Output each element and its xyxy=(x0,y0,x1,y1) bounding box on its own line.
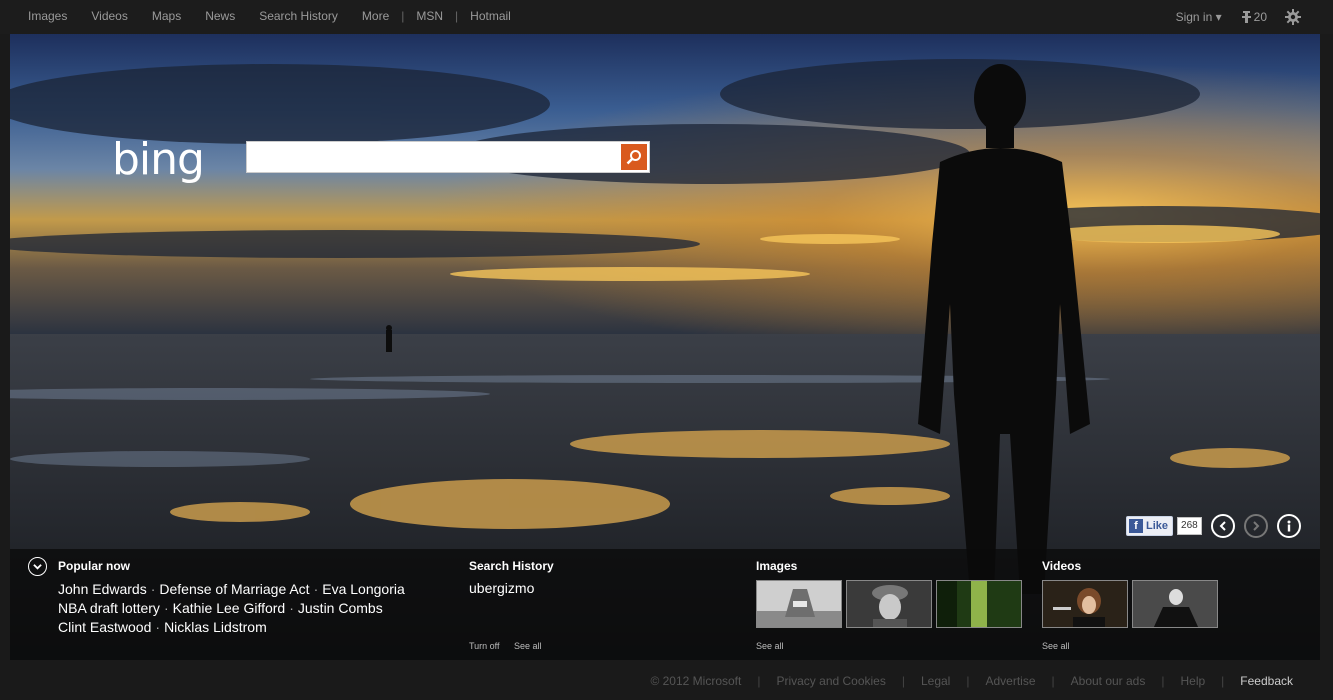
search-history-section: Search History ubergizmo Turn off See al… xyxy=(469,559,554,651)
nav-videos[interactable]: Videos xyxy=(91,9,127,23)
history-see-all-link[interactable]: See all xyxy=(514,641,542,651)
search-box xyxy=(246,141,650,173)
nav-divider: | xyxy=(401,9,405,23)
top-nav: Images Videos Maps News Search History M… xyxy=(28,9,535,23)
footer-divider: | xyxy=(1221,674,1225,688)
bing-logo[interactable]: bing xyxy=(112,134,205,185)
footer-divider: | xyxy=(1161,674,1165,688)
nav-divider: | xyxy=(455,9,459,23)
feedback-link[interactable]: Feedback xyxy=(1240,674,1293,688)
popular-now-section: Popular now John Edwards · Defense of Marr… xyxy=(28,557,458,637)
soldier-portrait-thumb xyxy=(847,581,931,627)
images-section: Images See all xyxy=(756,559,1026,651)
history-item[interactable]: ubergizmo xyxy=(469,580,554,596)
turn-off-history-link[interactable]: Turn off xyxy=(469,641,500,651)
homepage-panel: Popular now John Edwards · Defense of Marr… xyxy=(10,549,1320,660)
trend-link[interactable]: Nicklas Lidstrom xyxy=(164,619,267,635)
nav-hotmail[interactable]: Hotmail xyxy=(470,9,511,23)
trend-link[interactable]: John Edwards xyxy=(58,581,147,597)
privacy-link[interactable]: Privacy and Cookies xyxy=(776,674,885,688)
popular-now-list: John Edwards · Defense of Marriage Act · Eva… xyxy=(58,580,458,637)
facebook-like-button[interactable]: f Like xyxy=(1126,516,1174,536)
history-links: Turn off See all xyxy=(469,641,554,651)
bullet-separator: · xyxy=(155,619,161,635)
nav-maps[interactable]: Maps xyxy=(152,9,181,23)
rocket-capsule-thumb xyxy=(757,581,841,627)
nav-search-history[interactable]: Search History xyxy=(259,9,338,23)
trend-link[interactable]: Justin Combs xyxy=(298,600,383,616)
trend-link[interactable]: Clint Eastwood xyxy=(58,619,151,635)
image-thumbnail[interactable] xyxy=(936,580,1022,628)
top-bar: Images Videos Maps News Search History M… xyxy=(0,0,1333,34)
footer-divider: | xyxy=(757,674,761,688)
nav-news[interactable]: News xyxy=(205,9,235,23)
image-controls: f Like 268 xyxy=(1126,514,1301,538)
footer: © 2012 Microsoft | Privacy and Cookies |… xyxy=(0,660,1333,700)
chevron-down-icon xyxy=(33,564,42,570)
chevron-right-icon xyxy=(1252,521,1260,531)
image-thumbnail[interactable] xyxy=(846,580,932,628)
legal-link[interactable]: Legal xyxy=(921,674,950,688)
rewards-count: 20 xyxy=(1253,10,1267,24)
footer-links: © 2012 Microsoft | Privacy and Cookies |… xyxy=(650,674,1293,688)
about-ads-link[interactable]: About our ads xyxy=(1071,674,1146,688)
videos-see-all-link[interactable]: See all xyxy=(1042,641,1070,651)
top-right-controls: Sign in ▾ 20 xyxy=(1176,9,1301,25)
like-label: Like xyxy=(1146,520,1169,532)
green-canyon-thumb xyxy=(937,581,1021,627)
nav-more[interactable]: More xyxy=(362,9,389,23)
images-title: Images xyxy=(756,559,798,573)
nav-msn[interactable]: MSN xyxy=(416,9,443,23)
search-input[interactable] xyxy=(247,142,617,172)
bullet-separator: · xyxy=(150,581,156,597)
bullet-separator: · xyxy=(163,600,169,616)
sign-in-link[interactable]: Sign in ▾ xyxy=(1176,10,1222,24)
trend-link[interactable]: Defense of Marriage Act xyxy=(159,581,309,597)
footer-divider: | xyxy=(966,674,970,688)
like-count: 268 xyxy=(1177,517,1202,535)
help-link[interactable]: Help xyxy=(1180,674,1205,688)
video-thumbnails xyxy=(1042,580,1222,628)
next-image-button[interactable] xyxy=(1243,514,1268,538)
trend-link[interactable]: Eva Longoria xyxy=(322,581,405,597)
footer-divider: | xyxy=(1051,674,1055,688)
rewards-counter[interactable]: 20 xyxy=(1241,10,1267,24)
search-icon xyxy=(626,150,641,165)
nav-images[interactable]: Images xyxy=(28,9,67,23)
masked-figure-video-thumb xyxy=(1133,581,1217,627)
image-thumbnails xyxy=(756,580,1026,628)
advertise-link[interactable]: Advertise xyxy=(985,674,1035,688)
copyright-text: © 2012 Microsoft xyxy=(650,674,742,688)
images-see-all-link[interactable]: See all xyxy=(756,641,784,651)
bullet-separator: · xyxy=(289,600,294,616)
singer-video-thumb xyxy=(1043,581,1127,627)
video-thumbnail[interactable] xyxy=(1132,580,1218,628)
facebook-icon: f xyxy=(1129,519,1143,533)
videos-title: Videos xyxy=(1042,559,1082,573)
search-button[interactable] xyxy=(621,144,647,170)
popular-now-title: Popular now xyxy=(58,559,130,573)
video-thumbnail[interactable] xyxy=(1042,580,1128,628)
info-button[interactable] xyxy=(1276,514,1301,538)
previous-image-button[interactable] xyxy=(1210,514,1235,538)
bullet-separator: · xyxy=(313,581,319,597)
collapse-panel-button[interactable] xyxy=(28,557,47,576)
search-history-title: Search History xyxy=(469,559,554,573)
footer-divider: | xyxy=(901,674,905,688)
chevron-left-icon xyxy=(1219,521,1226,531)
image-thumbnail[interactable] xyxy=(756,580,842,628)
gear-icon[interactable] xyxy=(1285,9,1301,25)
info-icon xyxy=(1287,520,1291,532)
rewards-icon xyxy=(1241,11,1251,23)
sign-in-label: Sign in xyxy=(1175,10,1213,24)
videos-section: Videos See all xyxy=(1042,559,1222,651)
trend-link[interactable]: NBA draft lottery xyxy=(58,600,160,616)
trend-link[interactable]: Kathie Lee Gifford xyxy=(173,600,286,616)
